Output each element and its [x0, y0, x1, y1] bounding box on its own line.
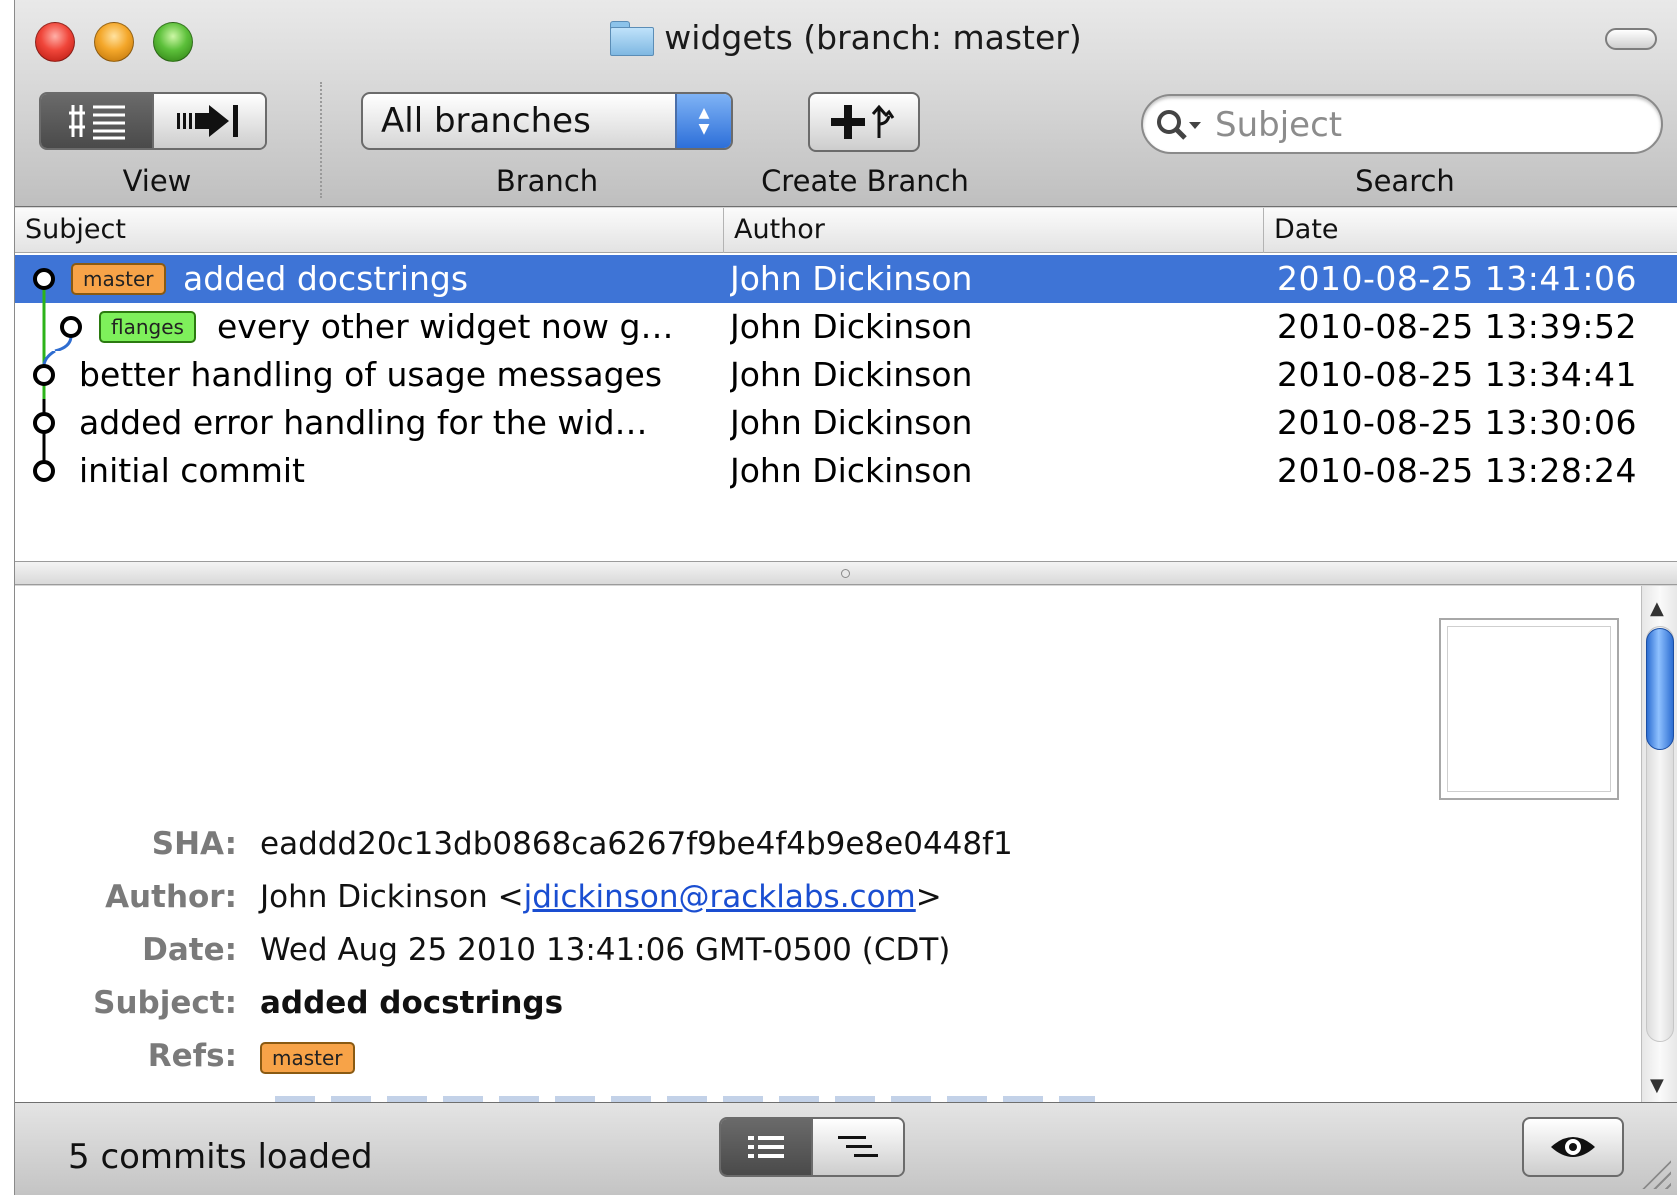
view-segmented-control: [39, 92, 267, 150]
subject-cell: initial commit: [15, 447, 715, 495]
details-view-button[interactable]: [721, 1119, 811, 1175]
search-icon: [1157, 110, 1201, 140]
author-cell: John Dickinson: [730, 307, 973, 346]
branch-popup[interactable]: All branches ▲ ▼: [361, 92, 733, 150]
arrow-to-bar-icon: [176, 105, 238, 137]
graph-node-icon: [42, 303, 82, 351]
column-header-subject[interactable]: Subject: [15, 208, 723, 253]
subject-cell: added error handling for the wid…: [15, 399, 715, 447]
toolbar-separator: [320, 82, 322, 198]
split-view-divider[interactable]: [15, 561, 1677, 585]
tree-view-button[interactable]: [811, 1119, 903, 1175]
status-bar: 5 commits loaded: [15, 1102, 1677, 1195]
author-avatar: [1439, 618, 1619, 800]
scroll-up-arrow-icon[interactable]: ▲: [1650, 598, 1664, 619]
main-window: widgets (branch: master) View All branch…: [14, 0, 1677, 1195]
column-header-author[interactable]: Author: [723, 208, 1263, 253]
detail-mode-segmented-control: [719, 1117, 905, 1177]
eye-icon: [1551, 1137, 1595, 1157]
commit-view-button[interactable]: [152, 94, 265, 148]
author-row: Author: John Dickinson <jdickinson@rackl…: [15, 879, 1215, 925]
subject-label: Subject:: [93, 985, 237, 1021]
author-email-close: >: [915, 879, 942, 915]
date-cell: 2010-08-25 13:28:24: [1277, 451, 1637, 490]
subject-value: added docstrings: [260, 985, 564, 1021]
graph-node-icon: [33, 268, 55, 303]
date-cell: 2010-08-25 13:39:52: [1277, 307, 1637, 346]
author-cell: John Dickinson: [730, 451, 973, 490]
ref-badge-master: master: [71, 263, 166, 295]
subject-cell: flanges every other widget now g…: [15, 303, 715, 351]
author-cell: John Dickinson: [730, 259, 973, 298]
author-email-link[interactable]: jdickinson@racklabs.com: [524, 879, 916, 915]
date-cell: 2010-08-25 13:30:06: [1277, 403, 1637, 442]
graph-node-icon: [33, 447, 55, 482]
create-branch-button[interactable]: [808, 92, 920, 152]
view-label: View: [122, 164, 192, 198]
date-cell: 2010-08-25 13:34:41: [1277, 355, 1637, 394]
date-row: Date: Wed Aug 25 2010 13:41:06 GMT-0500 …: [15, 932, 1215, 978]
commit-row[interactable]: added error handling for the wid… John D…: [15, 399, 1677, 447]
commit-subject: added error handling for the wid…: [79, 403, 648, 442]
commit-row[interactable]: better handling of usage messages John D…: [15, 351, 1677, 399]
ref-badge-master[interactable]: master: [260, 1041, 355, 1074]
refs-label: Refs:: [147, 1038, 237, 1074]
window-title: widgets (branch: master): [15, 18, 1677, 57]
commit-details-pane: SHA: eaddd20c13db0868ca6267f9be4f4b9e8e0…: [15, 586, 1641, 1102]
search-field[interactable]: [1141, 94, 1663, 154]
branch-popup-value: All branches: [381, 101, 591, 141]
search-input[interactable]: [1215, 104, 1635, 146]
date-value: Wed Aug 25 2010 13:41:06 GMT-0500 (CDT): [260, 932, 951, 968]
search-label: Search: [1355, 164, 1455, 198]
resize-grip-icon[interactable]: [1641, 1159, 1671, 1189]
subject-cell: better handling of usage messages: [15, 351, 715, 399]
author-label: Author:: [105, 879, 237, 915]
ref-badge-flanges: flanges: [99, 311, 196, 343]
author-value: John Dickinson <jdickinson@racklabs.com>: [260, 879, 942, 915]
commit-subject: added docstrings: [183, 259, 469, 298]
subject-cell: master added docstrings: [15, 255, 715, 303]
scroll-down-arrow-icon[interactable]: ▼: [1650, 1075, 1664, 1096]
subject-row: Subject: added docstrings: [15, 985, 1215, 1031]
create-branch-icon: [831, 104, 895, 139]
graph-node-icon: [33, 399, 55, 447]
scrollbar-thumb[interactable]: [1646, 628, 1674, 750]
list-icon: [748, 1136, 784, 1158]
toolbar: widgets (branch: master) View All branch…: [15, 0, 1677, 207]
commit-table: Subject Author Date master added docstri…: [15, 208, 1677, 561]
popup-arrows-icon: ▲ ▼: [675, 94, 731, 148]
commit-subject: every other widget now g…: [217, 307, 674, 346]
commit-subject: better handling of usage messages: [79, 355, 663, 394]
branch-label: Branch: [495, 164, 599, 198]
table-header: Subject Author Date: [15, 208, 1677, 253]
create-branch-label: Create Branch: [761, 164, 969, 198]
author-cell: John Dickinson: [730, 355, 973, 394]
column-header-date[interactable]: Date: [1263, 208, 1677, 253]
toolbar-toggle-button[interactable]: [1605, 28, 1657, 50]
date-cell: 2010-08-25 13:41:06: [1277, 259, 1637, 298]
history-view-button[interactable]: [41, 94, 152, 148]
author-name: John Dickinson <: [260, 879, 524, 915]
refs-value: master: [260, 1038, 355, 1074]
author-cell: John Dickinson: [730, 403, 973, 442]
outline-icon: [838, 1136, 878, 1157]
details-scrollbar[interactable]: ▲ ▼: [1641, 586, 1677, 1102]
window-title-text: widgets (branch: master): [664, 18, 1082, 57]
commit-row[interactable]: initial commit John Dickinson 2010-08-25…: [15, 447, 1677, 495]
history-view-icon: [68, 105, 125, 140]
sha-row: SHA: eaddd20c13db0868ca6267f9be4f4b9e8e0…: [15, 826, 1215, 872]
commit-subject: initial commit: [79, 451, 305, 490]
commit-row[interactable]: master added docstrings John Dickinson 2…: [15, 255, 1677, 303]
sha-label: SHA:: [151, 826, 237, 862]
graph-node-icon: [33, 351, 56, 399]
folder-icon: [610, 21, 655, 56]
sha-value: eaddd20c13db0868ca6267f9be4f4b9e8e0448f1: [260, 826, 1013, 862]
status-text: 5 commits loaded: [68, 1137, 373, 1177]
refs-row: Refs: master: [15, 1038, 1215, 1084]
date-label: Date:: [142, 932, 237, 968]
commit-row[interactable]: flanges every other widget now g… John D…: [15, 303, 1677, 351]
divider-handle-icon: [841, 569, 850, 578]
quick-look-button[interactable]: [1522, 1117, 1624, 1177]
